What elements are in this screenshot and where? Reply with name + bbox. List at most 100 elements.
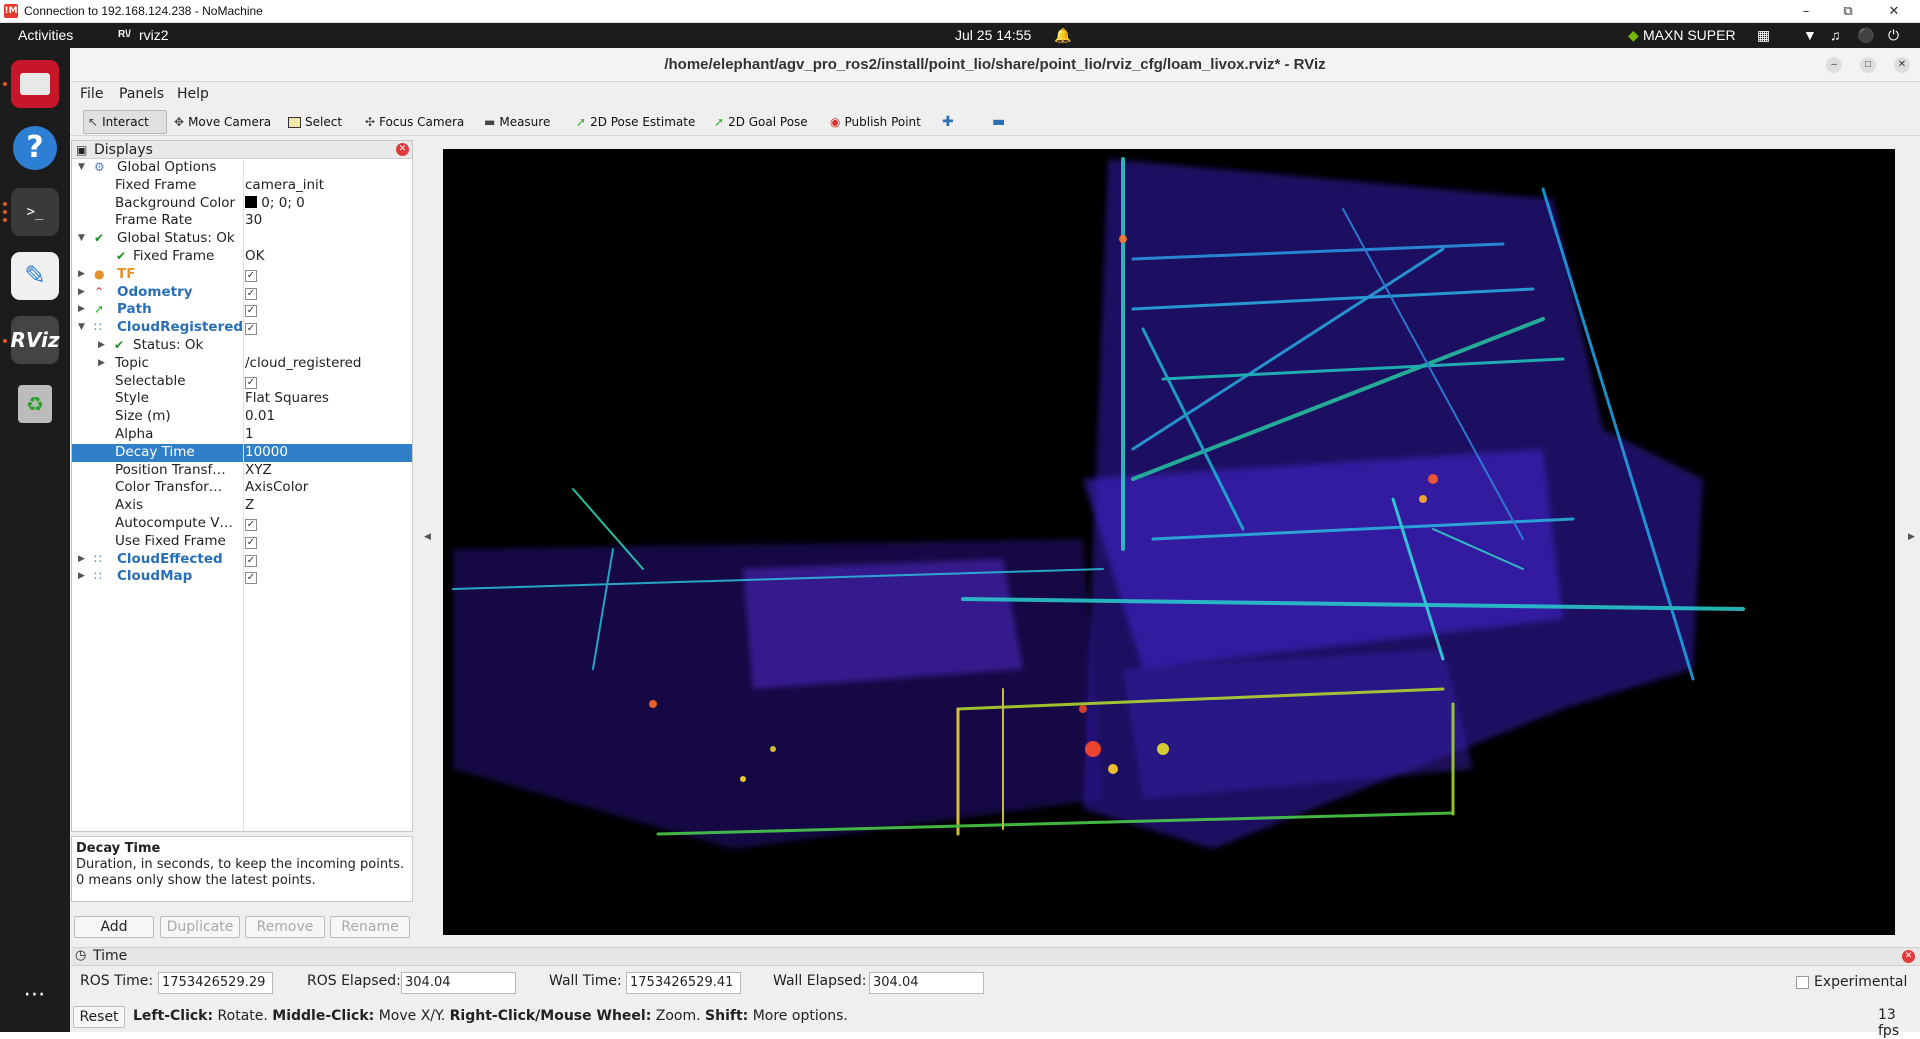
power-icon[interactable]: ⏻ bbox=[1888, 27, 1899, 44]
close-panel-icon[interactable]: ✕ bbox=[1902, 950, 1915, 963]
rviz-app-icon[interactable]: RViz bbox=[10, 316, 60, 364]
remove-button[interactable]: Remove bbox=[245, 916, 325, 938]
tree-row-frame-rate[interactable]: Frame Rate 30 bbox=[72, 212, 412, 230]
close-panel-icon[interactable]: ✕ bbox=[396, 143, 409, 156]
move-camera-tool[interactable]: ✥ Move Camera bbox=[170, 110, 275, 134]
minimize-icon[interactable]: – bbox=[1786, 0, 1826, 23]
network-icon[interactable]: ▦ bbox=[1757, 27, 1770, 44]
use-fixed-frame-checkbox[interactable]: ✓ bbox=[245, 536, 257, 549]
app-menu[interactable]: rviz2 bbox=[139, 27, 169, 43]
ros-elapsed-field[interactable]: 304.04 bbox=[401, 972, 516, 994]
tree-row-status-fixed-frame[interactable]: ✔ Fixed Frame OK bbox=[72, 248, 412, 266]
volume-icon[interactable]: ♫ bbox=[1830, 27, 1841, 43]
reset-button[interactable]: Reset bbox=[73, 1006, 125, 1028]
window-close-icon[interactable]: ✕ bbox=[1894, 57, 1910, 73]
row-value[interactable]: 0.01 bbox=[245, 408, 275, 426]
hint-right-key: Right-Click/Mouse Wheel: bbox=[449, 1008, 652, 1024]
tree-row-size[interactable]: Size (m) 0.01 bbox=[72, 408, 412, 426]
tree-row-cloud-map[interactable]: ▶ ∷ CloudMap ✓ bbox=[72, 568, 412, 586]
power-mode-label[interactable]: MAXN SUPER bbox=[1643, 27, 1736, 43]
show-apps-icon[interactable]: ⋯ bbox=[11, 970, 59, 1018]
tree-row-topic[interactable]: ▶ Topic/cloud_registered bbox=[72, 355, 412, 373]
experimental-checkbox[interactable] bbox=[1796, 976, 1809, 989]
row-value[interactable]: 30 bbox=[245, 212, 262, 230]
interact-tool[interactable]: ↖ Interact bbox=[83, 110, 167, 134]
trash-icon[interactable]: ♻ bbox=[11, 380, 59, 428]
tree-row-autocompute[interactable]: Autocompute V… ✓ bbox=[72, 515, 412, 533]
enabled-checkbox[interactable]: ✓ bbox=[245, 287, 257, 300]
text-editor-app-icon[interactable]: ✎ bbox=[11, 252, 59, 300]
row-value[interactable]: 10000 bbox=[245, 444, 288, 462]
collapse-left-icon[interactable]: ◀ bbox=[424, 532, 431, 542]
tree-row-position-transformer[interactable]: Position Transf… XYZ bbox=[72, 462, 412, 480]
row-name: Status: Ok bbox=[133, 337, 204, 353]
row-value[interactable]: Flat Squares bbox=[245, 390, 329, 408]
tree-row-cloud-registered[interactable]: ▼ ∷ CloudRegistered ✓ bbox=[72, 319, 412, 337]
running-indicator bbox=[3, 202, 7, 206]
tree-row-odometry[interactable]: ▶ ⌃ Odometry ✓ bbox=[72, 284, 412, 302]
tree-row-axis[interactable]: Axis Z bbox=[72, 497, 412, 515]
tree-row-fixed-frame[interactable]: Fixed Frame camera_init bbox=[72, 177, 412, 195]
enabled-checkbox[interactable]: ✓ bbox=[245, 269, 257, 282]
pose-estimate-tool[interactable]: ➚ 2D Pose Estimate bbox=[572, 110, 699, 134]
enabled-checkbox[interactable]: ✓ bbox=[245, 572, 257, 585]
ros-time-field[interactable]: 1753426529.29 bbox=[158, 972, 273, 994]
enabled-checkbox[interactable]: ✓ bbox=[245, 554, 257, 567]
help-app-icon[interactable]: ? bbox=[11, 124, 59, 172]
enabled-checkbox[interactable]: ✓ bbox=[245, 323, 257, 336]
measure-tool[interactable]: ▬ Measure bbox=[480, 110, 554, 134]
collapse-right-icon[interactable]: ▶ bbox=[1908, 532, 1915, 542]
3d-viewport[interactable] bbox=[443, 149, 1895, 935]
tree-row-path[interactable]: ▶ ➚ Path ✓ bbox=[72, 301, 412, 319]
close-icon[interactable]: ✕ bbox=[1874, 0, 1914, 23]
tree-row-alpha[interactable]: Alpha 1 bbox=[72, 426, 412, 444]
clock[interactable]: Jul 25 14:55 bbox=[955, 27, 1031, 43]
autocompute-checkbox[interactable]: ✓ bbox=[245, 519, 257, 531]
tree-row-selectable[interactable]: Selectable ✓ bbox=[72, 373, 412, 391]
menu-help[interactable]: Help bbox=[177, 86, 209, 102]
window-minimize-icon[interactable]: – bbox=[1826, 57, 1842, 73]
window-maximize-icon[interactable]: □ bbox=[1860, 57, 1876, 73]
activities-button[interactable]: Activities bbox=[18, 27, 73, 43]
remove-tool-icon[interactable]: ▬ bbox=[988, 110, 1009, 134]
selectable-checkbox[interactable]: ✓ bbox=[245, 376, 257, 389]
wall-elapsed-field[interactable]: 304.04 bbox=[869, 972, 984, 994]
tree-row-global-status[interactable]: ▼ ✔ Global Status: Ok bbox=[72, 230, 412, 248]
row-value[interactable]: 1 bbox=[245, 426, 254, 444]
wall-time-field[interactable]: 1753426529.41 bbox=[626, 972, 741, 994]
select-tool[interactable]: Select bbox=[284, 110, 346, 134]
add-tool-icon[interactable]: ✚ bbox=[938, 110, 958, 134]
terminal-app-icon[interactable]: >_ bbox=[11, 188, 59, 236]
menu-panels[interactable]: Panels bbox=[119, 86, 164, 102]
tree-row-color-transformer[interactable]: Color Transfor… AxisColor bbox=[72, 479, 412, 497]
files-app-icon[interactable] bbox=[11, 60, 59, 108]
menu-file[interactable]: File bbox=[80, 86, 103, 102]
tree-row-global-options[interactable]: ▼ ⚙ Global Options bbox=[72, 159, 412, 177]
microphone-icon[interactable]: ⚫ bbox=[1857, 27, 1874, 44]
add-button[interactable]: Add bbox=[74, 916, 154, 938]
row-value[interactable]: AxisColor bbox=[245, 479, 308, 497]
tree-row-status-ok[interactable]: ▶ ✔ Status: Ok bbox=[72, 337, 412, 355]
tree-row-use-fixed-frame[interactable]: Use Fixed Frame ✓ bbox=[72, 533, 412, 551]
hint-right-text: Zoom. bbox=[651, 1008, 706, 1024]
rename-button[interactable]: Rename bbox=[330, 916, 410, 938]
fps-counter: 13 fps bbox=[1878, 1007, 1900, 1039]
tree-row-background-color[interactable]: Background Color 0; 0; 0 bbox=[72, 195, 412, 213]
row-value[interactable]: XYZ bbox=[245, 462, 272, 480]
tree-row-tf[interactable]: ▶ ● TF ✓ bbox=[72, 266, 412, 284]
row-value[interactable]: /cloud_registered bbox=[245, 355, 362, 373]
tree-row-cloud-effected[interactable]: ▶ ∷ CloudEffected ✓ bbox=[72, 551, 412, 569]
row-value[interactable]: camera_init bbox=[245, 177, 324, 195]
wifi-icon[interactable]: ▼ bbox=[1803, 27, 1817, 43]
publish-point-tool[interactable]: ◉ Publish Point bbox=[826, 110, 925, 134]
row-value[interactable]: 0; 0; 0 bbox=[245, 195, 305, 213]
row-name: TF bbox=[117, 265, 136, 282]
tree-row-style[interactable]: Style Flat Squares bbox=[72, 390, 412, 408]
focus-camera-tool[interactable]: ✣ Focus Camera bbox=[361, 110, 468, 134]
restore-icon[interactable]: ⧉ bbox=[1828, 0, 1868, 23]
tree-row-decay-time[interactable]: Decay Time 10000 bbox=[72, 443, 412, 462]
row-value[interactable]: Z bbox=[245, 497, 254, 515]
goal-pose-tool[interactable]: ➚ 2D Goal Pose bbox=[710, 110, 812, 134]
enabled-checkbox[interactable]: ✓ bbox=[245, 305, 257, 318]
duplicate-button[interactable]: Duplicate bbox=[160, 916, 240, 938]
